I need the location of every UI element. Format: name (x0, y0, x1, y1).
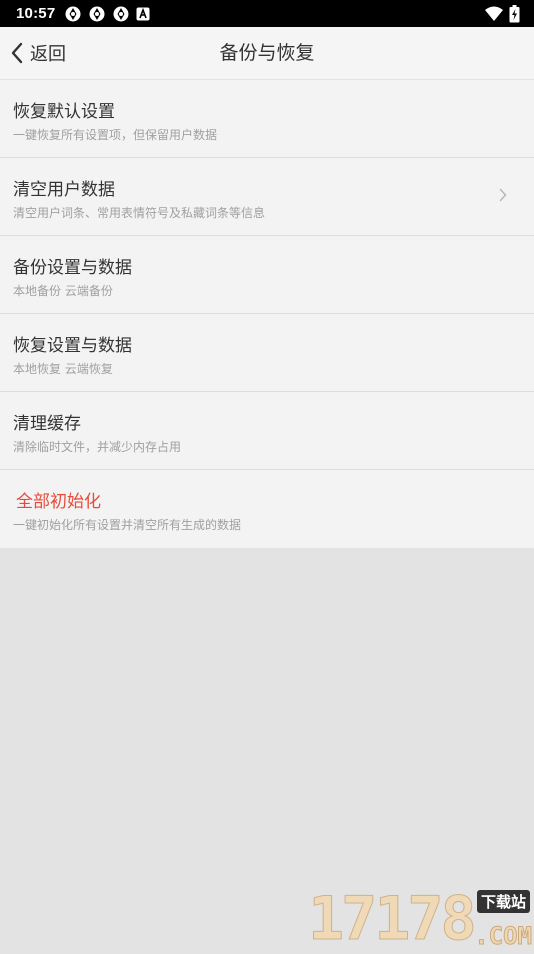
back-label: 返回 (30, 40, 66, 66)
watermark-suffix: .COM (474, 922, 532, 950)
watermark-digits: 17178 (308, 888, 474, 950)
item-title: 备份设置与数据 (13, 253, 132, 278)
chevron-right-icon (499, 188, 507, 202)
app-bar: 返回 备份与恢复 (0, 27, 534, 80)
status-bar: 10:57 (0, 0, 534, 27)
page-title: 备份与恢复 (0, 27, 534, 79)
factory-reset-item[interactable]: 全部初始化 一键初始化所有设置并清空所有生成的数据 (0, 470, 534, 548)
app-notification-icon (88, 5, 106, 23)
item-title: 恢复设置与数据 (13, 331, 132, 356)
item-description: 清除临时文件，并减少内存占用 (13, 438, 181, 455)
clear-user-data-item[interactable]: 清空用户数据 清空用户词条、常用表情符号及私藏词条等信息 (0, 158, 534, 236)
item-title: 恢复默认设置 (13, 97, 115, 122)
back-button[interactable]: 返回 (10, 27, 66, 79)
settings-list: 恢复默认设置 一键恢复所有设置项，但保留用户数据 清空用户数据 清空用户词条、常… (0, 80, 534, 548)
watermark-badge: 下载站 (477, 890, 530, 913)
item-description: 本地恢复 云端恢复 (13, 360, 113, 377)
system-icons (485, 5, 520, 23)
item-description: 一键恢复所有设置项，但保留用户数据 (13, 126, 217, 143)
item-description: 一键初始化所有设置并清空所有生成的数据 (13, 516, 241, 533)
backup-settings-item[interactable]: 备份设置与数据 本地备份 云端备份 (0, 236, 534, 314)
wifi-icon (485, 6, 503, 21)
app-notification-icon (112, 5, 130, 23)
item-title: 清空用户数据 (13, 175, 115, 200)
chevron-left-icon (10, 42, 24, 64)
battery-charging-icon (509, 5, 520, 23)
restore-settings-item[interactable]: 恢复设置与数据 本地恢复 云端恢复 (0, 314, 534, 392)
clear-cache-item[interactable]: 清理缓存 清除临时文件，并减少内存占用 (0, 392, 534, 470)
status-time: 10:57 (16, 5, 55, 22)
item-description: 清空用户词条、常用表情符号及私藏词条等信息 (13, 204, 265, 221)
item-description: 本地备份 云端备份 (13, 282, 113, 299)
restore-defaults-item[interactable]: 恢复默认设置 一键恢复所有设置项，但保留用户数据 (0, 80, 534, 158)
notification-icons (64, 5, 150, 23)
item-title: 清理缓存 (13, 409, 81, 434)
a-badge-icon (136, 7, 150, 21)
site-watermark: 17178 下载站 .COM (306, 888, 532, 950)
item-title: 全部初始化 (16, 487, 101, 512)
app-notification-icon (64, 5, 82, 23)
